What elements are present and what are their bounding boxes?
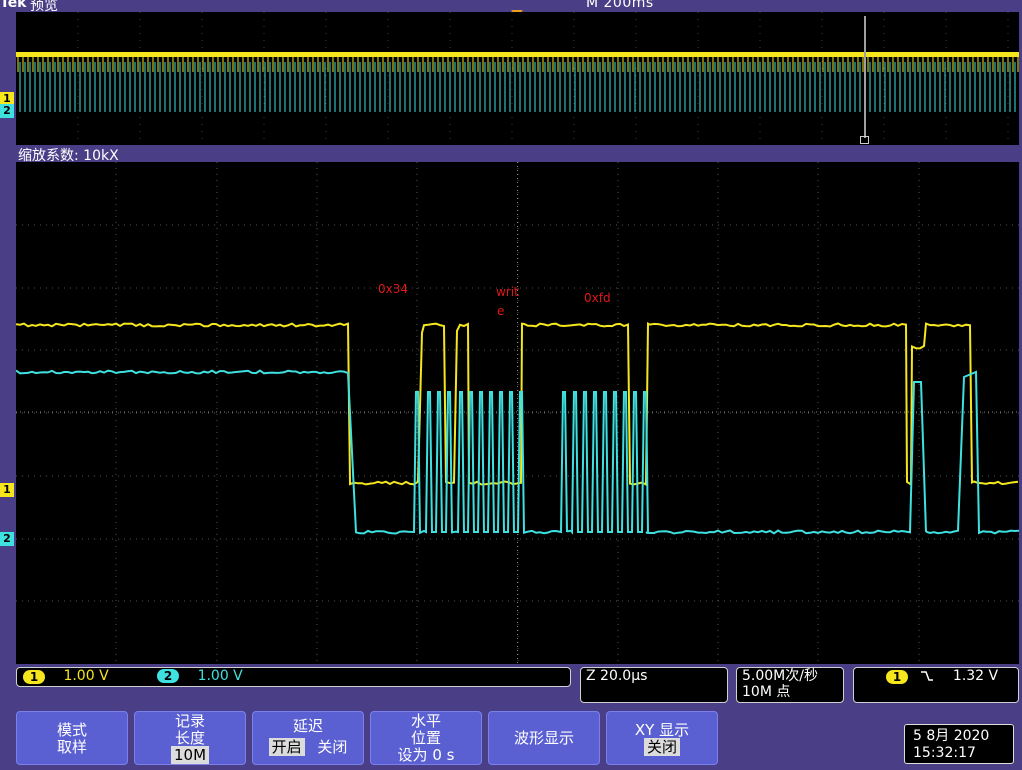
ch2-scale: 1.00 V — [198, 668, 243, 684]
date-label: 5 8月 2020 — [913, 728, 1005, 745]
zoom-position-box-icon[interactable] — [860, 136, 869, 144]
mode-button[interactable]: 模式 取样 — [16, 711, 128, 765]
ch1-scale: 1.00 V — [63, 668, 108, 684]
timebase-readout: M 200ms — [586, 0, 654, 11]
delay-off-option[interactable]: 关闭 — [317, 738, 347, 756]
overview-waveform-svg — [16, 12, 1019, 145]
ch2-level-marker[interactable]: 2 — [0, 532, 14, 546]
annotation-rw-2: e — [497, 304, 504, 318]
ch1-overview-trace — [16, 52, 1019, 57]
ch2-badge[interactable]: 2 — [157, 669, 179, 683]
top-status-strip: Tek 预览 M 200ms — [0, 0, 1022, 12]
channel-scale-bar[interactable]: 1 1.00 V 2 1.00 V — [16, 667, 571, 687]
annotation-byte1: 0x34 — [378, 282, 408, 296]
sample-rate: 5.00M次/秒 — [742, 668, 843, 684]
ch1-badge[interactable]: 1 — [23, 670, 45, 684]
record-length-button[interactable]: 记录 长度 10M — [134, 711, 246, 765]
trigger-level: 1.32 V — [953, 668, 998, 684]
zoom-window-marker[interactable] — [864, 16, 866, 138]
ch2-overview-marker[interactable]: 2 — [0, 104, 14, 118]
annotation-rw-1: writ — [496, 285, 519, 299]
trigger-channel-badge: 1 — [886, 670, 908, 684]
date-time-display: 5 8月 2020 15:32:17 — [904, 724, 1014, 764]
trigger-readout[interactable]: 1 1.32 V — [853, 667, 1019, 703]
xy-value: 关闭 — [644, 738, 680, 756]
falling-edge-icon — [920, 668, 938, 684]
brand-logo: Tek — [0, 0, 27, 11]
delay-button[interactable]: 延迟 开启 关闭 — [252, 711, 364, 765]
time-label: 15:32:17 — [913, 745, 1005, 762]
zoomed-waveform-window[interactable]: 0x34 writ e 0xfd — [16, 162, 1019, 664]
ch1-level-marker[interactable]: 1 — [0, 483, 14, 497]
overview-waveform-window[interactable] — [16, 12, 1019, 145]
annotation-byte2: 0xfd — [584, 291, 611, 305]
acquisition-readout: 5.00M次/秒 10M 点 — [736, 667, 844, 703]
horizontal-position-button[interactable]: 水平 位置 设为 0 s — [370, 711, 482, 765]
record-points: 10M 点 — [742, 684, 843, 700]
record-length-value: 10M — [171, 746, 209, 764]
zoom-time-value: Z 20.0μs — [586, 668, 647, 684]
delay-on-option[interactable]: 开启 — [269, 738, 305, 756]
ch1-waveform — [16, 324, 1018, 485]
zoomed-waveform-svg — [16, 162, 1019, 664]
zoom-time-readout: Z 20.0μs — [580, 667, 728, 703]
waveform-display-button[interactable]: 波形显示 — [488, 711, 600, 765]
xy-display-button[interactable]: XY 显示 关闭 — [606, 711, 718, 765]
zoom-factor-bar — [16, 145, 1019, 161]
